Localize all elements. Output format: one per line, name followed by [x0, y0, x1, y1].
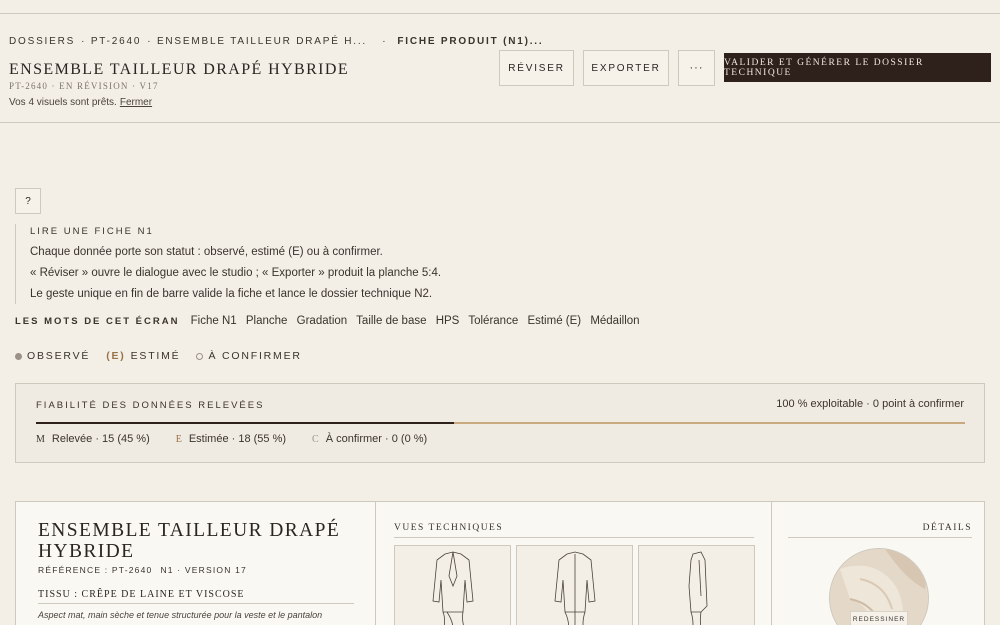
more-options-button[interactable]: ··· [678, 50, 715, 86]
page-title: ENSEMBLE TAILLEUR DRAPÉ HYBRIDE [9, 61, 350, 78]
product-reference: RÉFÉRENCE : PT-2640 N1 · VERSION 17 [38, 565, 247, 575]
page-header: DOSSIERS · PT-2640 · ENSEMBLE TAILLEUR DRA… [0, 14, 1000, 123]
jacket-side-sketch-icon [688, 551, 708, 625]
glossary-term[interactable]: HPS [436, 315, 460, 327]
reliability-title: FIABILITÉ DES DONNÉES RELEVÉES [36, 400, 265, 411]
breadcrumb-dossiers[interactable]: DOSSIERS [9, 36, 75, 47]
glossary-term[interactable]: Planche [246, 315, 288, 327]
empty-dot-icon [196, 352, 204, 360]
guide-line: « Réviser » ouvre le dialogue avec le st… [30, 267, 442, 279]
jacket-back-sketch-icon [554, 551, 596, 625]
stat-measured: M Relevée · 15 (45 %) [36, 433, 150, 445]
guide-title: LIRE UNE FICHE N1 [30, 226, 154, 237]
technical-views: VUES TECHNIQUES [376, 502, 772, 625]
legend-observed: OBSERVÉ [15, 350, 90, 362]
export-button[interactable]: EXPORTER [583, 50, 669, 86]
breadcrumb-reference[interactable]: PT-2640 [91, 36, 141, 47]
glossary-term[interactable]: Médaillon [590, 315, 639, 327]
notice-close-link[interactable]: Fermer [120, 97, 152, 108]
breadcrumb-current: FICHE PRODUIT (N1)... [397, 36, 544, 47]
details-panel: DÉTAILS REDESSINER [772, 502, 986, 625]
technical-views-title: VUES TECHNIQUES [394, 523, 754, 538]
product-title: ENSEMBLE TAILLEUR DRAPÉ HYBRIDE [38, 520, 341, 562]
revise-button[interactable]: RÉVISER [499, 50, 574, 86]
reliability-bar [36, 422, 965, 424]
reliability-card: FIABILITÉ DES DONNÉES RELEVÉES 100 % exp… [15, 383, 985, 463]
reliability-bar-fill [36, 422, 455, 424]
glossary-term[interactable]: Tolérance [468, 315, 518, 327]
breadcrumb-product[interactable]: ENSEMBLE TAILLEUR DRAPÉ H... [157, 36, 367, 47]
breadcrumb: DOSSIERS · PT-2640 · ENSEMBLE TAILLEUR DRA… [9, 36, 544, 47]
filled-dot-icon [15, 352, 22, 360]
validate-generate-button[interactable]: VALIDER ET GÉNÉRER LE DOSSIER TECHNIQUE [724, 53, 991, 82]
glossary: LES MOTS DE CET ÉCRAN Fiche N1 Planche G… [15, 315, 646, 327]
guide-line: Le geste unique en fin de barre valide l… [30, 288, 433, 300]
glossary-term[interactable]: Fiche N1 [191, 315, 237, 327]
stat-to-confirm: CÀ confirmer · 0 (0 %) [312, 433, 428, 445]
glossary-term[interactable]: Taille de base [356, 315, 426, 327]
notice-text: Vos 4 visuels sont prêts. [9, 97, 117, 108]
product-fabric: TISSU : CRÊPE DE LAINE ET VISCOSE [38, 589, 354, 604]
glossary-term[interactable]: Gradation [297, 315, 348, 327]
details-title: DÉTAILS [788, 523, 972, 538]
guide-line: Chaque donnée porte son statut : observé… [30, 246, 383, 258]
reliability-stats: M Relevée · 15 (45 %) E Estimée · 18 (55 %… [36, 433, 453, 445]
glossary-label: LES MOTS DE CET ÉCRAN [15, 316, 180, 327]
technical-view-back[interactable] [516, 545, 633, 625]
status-legend: OBSERVÉ (E) ESTIMÉ À CONFIRMER [15, 350, 318, 362]
product-identity: ENSEMBLE TAILLEUR DRAPÉ HYBRIDE RÉFÉRENC… [16, 502, 376, 625]
visuals-ready-notice: Vos 4 visuels sont prêts. Fermer [9, 97, 152, 108]
jacket-front-sketch-icon [432, 551, 474, 625]
reliability-summary: 100 % exploitable · 0 point à confirmer [776, 398, 964, 410]
product-description: Aspect mat, main sèche et tenue structur… [38, 610, 323, 620]
redesign-button[interactable]: REDESSINER [850, 611, 908, 625]
help-button[interactable]: ? [15, 188, 41, 214]
legend-to-confirm: À CONFIRMER [196, 350, 301, 362]
help-guide: LIRE UNE FICHE N1 Chaque donnée porte so… [15, 224, 615, 304]
stat-estimated: E Estimée · 18 (55 %) [175, 433, 287, 445]
glossary-term[interactable]: Estimé (E) [527, 315, 581, 327]
product-sheet: ENSEMBLE TAILLEUR DRAPÉ HYBRIDE RÉFÉRENC… [15, 501, 985, 625]
estimate-mark: (E) [106, 350, 126, 362]
technical-view-front[interactable] [394, 545, 511, 625]
page-subtitle: PT-2640 · EN RÉVISION · V17 [9, 81, 159, 91]
legend-estimated: (E) ESTIMÉ [106, 350, 181, 362]
technical-view-side[interactable] [638, 545, 755, 625]
